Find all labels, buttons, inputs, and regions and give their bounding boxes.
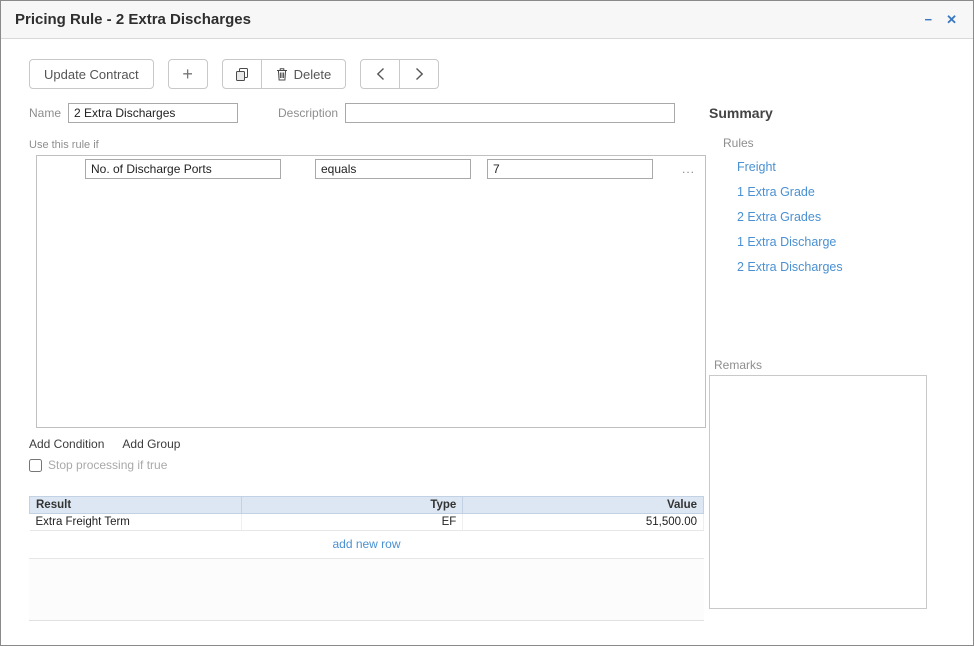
window-content: Update Contract + [1,39,973,646]
close-icon[interactable]: ✕ [944,12,959,28]
result-column-header[interactable]: Result [30,497,242,514]
conditions-panel: ... [36,155,706,428]
delete-button-label: Delete [294,67,332,82]
summary-title: Summary [709,105,939,121]
name-field[interactable] [68,103,238,123]
add-group-link[interactable]: Add Group [122,437,180,451]
name-label: Name [29,106,61,120]
stop-processing-checkbox[interactable] [29,459,42,472]
description-label: Description [278,106,338,120]
rule-link-freight[interactable]: Freight [737,160,939,174]
table-row[interactable]: Extra Freight Term EF 51,500.00 [30,514,704,531]
results-area: Result Type Value Extra Freight Term EF … [29,496,704,621]
add-rule-button[interactable]: + [168,59,208,89]
minimize-icon[interactable]: − [923,12,935,28]
chevron-right-icon [415,67,424,81]
name-description-row: Name Description [29,103,707,123]
condition-actions: Add Condition Add Group [29,437,707,451]
window-title: Pricing Rule - 2 Extra Discharges [15,11,251,28]
duplicate-button[interactable] [222,59,262,89]
condition-row: ... [37,156,705,179]
nav-button-group [360,59,439,89]
condition-value-field[interactable] [487,159,653,179]
add-new-row-line: add new row [29,531,704,559]
window-controls: − ✕ [923,12,960,28]
result-cell[interactable]: Extra Freight Term [30,514,242,531]
results-header-row: Result Type Value [30,497,704,514]
add-new-row-link[interactable]: add new row [332,537,400,551]
window-titlebar: Pricing Rule - 2 Extra Discharges − ✕ [1,1,973,39]
rules-label: Rules [723,136,939,150]
edit-button-group: Delete [222,59,347,89]
update-contract-button[interactable]: Update Contract [29,59,154,89]
use-this-rule-if-label: Use this rule if [29,139,707,151]
stop-processing-label: Stop processing if true [48,458,167,472]
rule-link-2-extra-discharges[interactable]: 2 Extra Discharges [737,260,939,274]
rule-link-2-extra-grades[interactable]: 2 Extra Grades [737,210,939,224]
next-rule-button[interactable] [399,59,439,89]
rule-link-1-extra-discharge[interactable]: 1 Extra Discharge [737,235,939,249]
toolbar: Update Contract + [29,59,707,89]
delete-button[interactable]: Delete [261,59,347,89]
copy-icon [235,67,249,81]
value-column-header[interactable]: Value [463,497,704,514]
condition-operator-select[interactable] [315,159,471,179]
value-cell[interactable]: 51,500.00 [463,514,704,531]
trash-icon [276,67,288,81]
rule-link-1-extra-grade[interactable]: 1 Extra Grade [737,185,939,199]
pricing-rule-window: Pricing Rule - 2 Extra Discharges − ✕ Up… [0,0,974,646]
add-condition-link[interactable]: Add Condition [29,437,104,451]
rules-list: Freight 1 Extra Grade 2 Extra Grades 1 E… [737,160,939,274]
remarks-input[interactable] [709,375,927,609]
remarks-label: Remarks [714,358,939,372]
previous-rule-button[interactable] [360,59,400,89]
type-column-header[interactable]: Type [241,497,463,514]
summary-panel: Summary Rules Freight 1 Extra Grade 2 Ex… [709,105,939,614]
condition-more-button[interactable]: ... [680,162,697,176]
description-field[interactable] [345,103,675,123]
condition-field-select[interactable] [85,159,281,179]
main-panel: Update Contract + [1,39,707,621]
results-table: Result Type Value Extra Freight Term EF … [29,496,704,531]
chevron-left-icon [376,67,385,81]
stop-processing-row: Stop processing if true [29,458,707,472]
type-cell[interactable]: EF [241,514,463,531]
